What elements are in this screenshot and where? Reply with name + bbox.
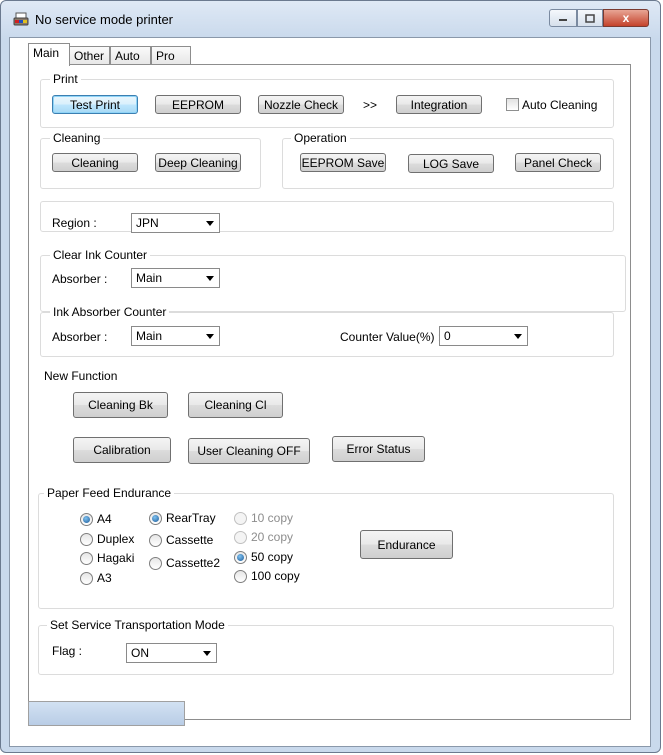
flag-label: Flag : [52,644,83,658]
cleaning-bk-button[interactable]: Cleaning Bk [73,392,168,418]
region-group [40,201,614,232]
chevron-down-icon [514,334,522,339]
copy-10-radio[interactable] [234,512,247,525]
close-icon: x [622,11,630,25]
eeprom-button[interactable]: EEPROM [155,95,241,114]
chevron-down-icon [206,334,214,339]
panel-check-button[interactable]: Panel Check [515,153,601,172]
copy-100-label[interactable]: 100 copy [251,569,300,583]
size-a4-label[interactable]: A4 [97,512,112,526]
tray-cassette2-label[interactable]: Cassette2 [166,556,220,570]
size-duplex-label[interactable]: Duplex [97,532,134,546]
flag-value: ON [131,646,149,660]
flag-select[interactable]: ON [126,643,217,663]
cleaning-cl-button[interactable]: Cleaning Cl [188,392,283,418]
size-hagaki-radio[interactable] [80,552,93,565]
region-select[interactable]: JPN [131,213,220,233]
nozzle-check-button[interactable]: Nozzle Check [258,95,344,114]
log-save-button[interactable]: LOG Save [408,154,494,173]
title-bar[interactable]: No service mode printer x [1,1,660,37]
maximize-button[interactable] [577,9,603,27]
chevron-down-icon [206,276,214,281]
maximize-icon [585,13,595,23]
region-value: JPN [136,216,159,230]
status-progress-bar [28,701,185,726]
cleaning-button[interactable]: Cleaning [52,153,138,172]
transport-mode-group [38,625,614,675]
copy-50-radio[interactable] [234,551,247,564]
operation-legend: Operation [291,131,350,145]
tab-label: Main [33,46,60,60]
arrows-label: >> [363,98,378,112]
integration-button[interactable]: Integration [396,95,482,114]
absorber-label: Absorber : [52,330,108,344]
counter-value: 0 [444,329,451,343]
clear-absorber-label: Absorber : [52,272,108,286]
size-a3-label[interactable]: A3 [97,571,112,585]
copy-20-radio[interactable] [234,531,247,544]
auto-cleaning-checkbox[interactable] [506,98,519,111]
cleaning-legend: Cleaning [50,131,104,145]
clear-absorber-select[interactable]: Main [131,268,220,288]
new-function-label: New Function [44,369,118,383]
size-duplex-radio[interactable] [80,533,93,546]
print-legend: Print [50,72,81,86]
clear-ink-counter-group [40,255,626,312]
deep-cleaning-button[interactable]: Deep Cleaning [155,153,241,172]
error-status-button[interactable]: Error Status [332,436,425,462]
absorber-value: Main [136,329,163,343]
counter-value-select[interactable]: 0 [439,326,528,346]
size-hagaki-label[interactable]: Hagaki [97,551,134,565]
close-button[interactable]: x [603,9,649,27]
paper-feed-endurance-legend: Paper Feed Endurance [44,486,175,500]
tab-main[interactable]: Main [28,43,70,66]
size-a4-radio[interactable] [80,513,93,526]
user-cleaning-off-button[interactable]: User Cleaning OFF [188,438,310,464]
tray-cassette-radio[interactable] [149,534,162,547]
auto-cleaning-label[interactable]: Auto Cleaning [522,98,597,112]
printer-app-icon [13,12,29,26]
tab-label: Other [74,49,105,63]
tray-reartray-radio[interactable] [149,512,162,525]
calibration-button[interactable]: Calibration [73,437,171,463]
transport-mode-legend: Set Service Transportation Mode [47,618,228,632]
region-label: Region : [52,216,97,230]
endurance-button[interactable]: Endurance [360,530,453,559]
tray-cassette-label[interactable]: Cassette [166,533,213,547]
copy-50-label[interactable]: 50 copy [251,550,293,564]
window-title: No service mode printer [35,12,173,27]
tab-pro[interactable]: Pro [151,46,191,65]
counter-value-label: Counter Value(%) : [340,330,442,344]
clear-absorber-value: Main [136,271,163,285]
ink-absorber-counter-legend: Ink Absorber Counter [50,305,170,319]
tab-other[interactable]: Other [69,46,110,65]
eeprom-save-button[interactable]: EEPROM Save [300,153,386,172]
absorber-select[interactable]: Main [131,326,220,346]
chevron-down-icon [203,651,211,656]
tray-reartray-label[interactable]: RearTray [166,511,216,525]
tray-cassette2-radio[interactable] [149,557,162,570]
copy-10-label[interactable]: 10 copy [251,511,293,525]
size-a3-radio[interactable] [80,572,93,585]
tab-label: Auto [115,49,140,63]
tab-label: Pro [156,49,175,63]
tab-auto[interactable]: Auto [110,46,151,65]
test-print-button[interactable]: Test Print [52,95,138,114]
chevron-down-icon [206,221,214,226]
clear-ink-counter-legend: Clear Ink Counter [50,248,151,262]
minimize-icon [559,19,567,21]
copy-20-label[interactable]: 20 copy [251,530,293,544]
copy-100-radio[interactable] [234,570,247,583]
minimize-button[interactable] [549,9,577,27]
